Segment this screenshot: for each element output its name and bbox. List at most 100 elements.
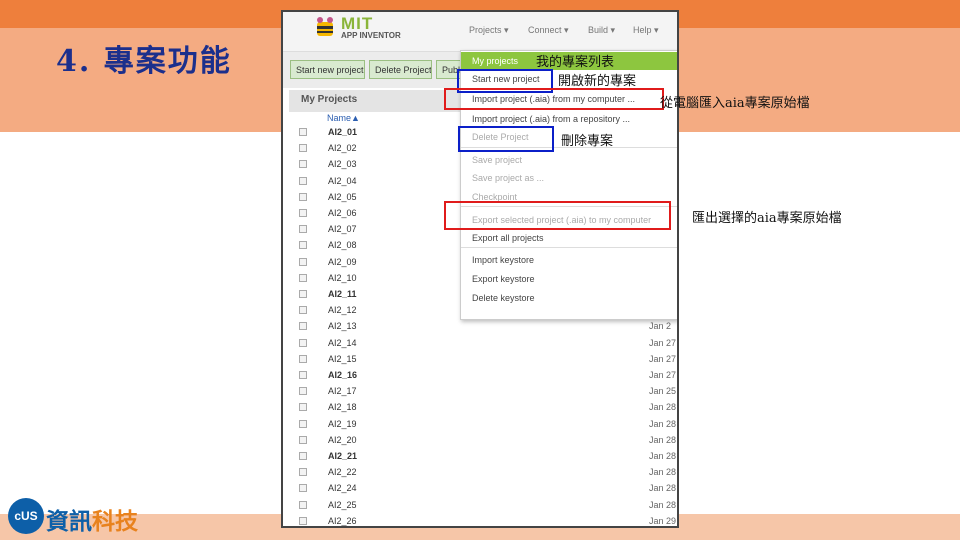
menu-item-export-keystore[interactable]: Export keystore — [461, 270, 677, 288]
brand-text-b: 科技 — [92, 508, 138, 534]
project-row[interactable]: AI2_19 Jan 28 — [295, 416, 677, 432]
row-checkbox[interactable] — [299, 500, 307, 509]
start-new-project-button[interactable]: Start new project — [290, 60, 365, 79]
project-date: Jan 28 — [649, 451, 677, 461]
project-name[interactable]: AI2_24 — [328, 483, 357, 493]
row-checkbox[interactable] — [299, 128, 307, 136]
app-header: MIT APP INVENTOR Projects ▾ Connect ▾ Bu… — [283, 12, 677, 52]
row-checkbox[interactable] — [299, 468, 307, 477]
project-name[interactable]: AI2_09 — [328, 257, 357, 267]
project-name[interactable]: AI2_22 — [328, 467, 357, 477]
name-column-header[interactable]: Name▲ — [327, 113, 360, 123]
project-row[interactable]: AI2_17 Jan 25 — [295, 383, 677, 399]
project-name[interactable]: AI2_01 — [328, 127, 357, 137]
app-inventor-bee-icon — [317, 17, 333, 36]
annotation-export: 匯出選擇的aia專案原始檔 — [692, 211, 842, 226]
row-checkbox[interactable] — [299, 306, 307, 315]
project-name[interactable]: AI2_08 — [328, 240, 357, 250]
row-checkbox[interactable] — [299, 452, 307, 460]
row-checkbox[interactable] — [299, 273, 307, 282]
menu-item-import-project-aia-from-a-repository[interactable]: Import project (.aia) from a repository … — [461, 110, 677, 128]
project-date: Jan 28 — [649, 402, 677, 413]
project-name[interactable]: AI2_16 — [328, 370, 357, 380]
delete-project-button[interactable]: Delete Project — [369, 60, 432, 79]
row-checkbox[interactable] — [299, 160, 307, 169]
project-date: Jan 2 — [649, 321, 672, 332]
menu-build[interactable]: Build ▾ — [588, 25, 615, 36]
row-checkbox[interactable] — [299, 354, 307, 363]
project-date: Jan 28 — [649, 434, 677, 445]
project-name[interactable]: AI2_19 — [328, 419, 357, 429]
menu-item-delete-keystore[interactable]: Delete keystore — [461, 289, 677, 307]
project-row[interactable]: AI2_18 Jan 28 — [295, 399, 677, 415]
menu-item-export-all-projects[interactable]: Export all projects — [461, 229, 677, 247]
project-row[interactable]: AI2_26 Jan 29 — [295, 513, 677, 526]
row-checkbox[interactable] — [299, 403, 307, 412]
project-name[interactable]: AI2_04 — [328, 176, 357, 186]
annotation-start-new: 開啟新的專案 — [558, 74, 637, 89]
project-name[interactable]: AI2_20 — [328, 435, 357, 445]
row-checkbox[interactable] — [299, 241, 307, 250]
row-checkbox[interactable] — [299, 176, 307, 185]
row-checkbox[interactable] — [299, 435, 307, 444]
row-checkbox[interactable] — [299, 371, 307, 379]
menu-item-import-keystore[interactable]: Import keystore — [461, 251, 677, 269]
row-checkbox[interactable] — [299, 322, 307, 331]
row-checkbox[interactable] — [299, 192, 307, 201]
project-name[interactable]: AI2_06 — [328, 208, 357, 218]
project-name[interactable]: AI2_21 — [328, 451, 357, 461]
project-row[interactable]: AI2_14 Jan 27 — [295, 335, 677, 351]
brand-text: 資訊科技 — [46, 502, 138, 536]
row-checkbox[interactable] — [299, 387, 307, 396]
project-row[interactable]: AI2_22 Jan 28 — [295, 464, 677, 480]
project-name[interactable]: AI2_12 — [328, 305, 357, 315]
project-row[interactable]: AI2_24 Jan 28 — [295, 480, 677, 496]
project-date: Jan 28 — [649, 483, 677, 494]
project-row[interactable]: AI2_21 Jan 28 — [295, 448, 677, 464]
row-checkbox[interactable] — [299, 144, 307, 153]
menu-separator — [461, 206, 677, 207]
project-name[interactable]: AI2_05 — [328, 192, 357, 202]
menu-item-save-project-as[interactable]: Save project as ... — [461, 169, 677, 187]
row-checkbox[interactable] — [299, 484, 307, 493]
menu-item-checkpoint[interactable]: Checkpoint — [461, 188, 677, 206]
project-name[interactable]: AI2_13 — [328, 321, 357, 331]
row-checkbox[interactable] — [299, 419, 307, 428]
menu-item-import-project-aia-from-my-computer[interactable]: Import project (.aia) from my computer .… — [461, 90, 677, 108]
row-checkbox[interactable] — [299, 225, 307, 234]
project-name[interactable]: AI2_07 — [328, 224, 357, 234]
brand-circle-icon: cUS — [8, 498, 44, 534]
project-date: Jan 27 — [649, 353, 677, 364]
project-name[interactable]: AI2_10 — [328, 273, 357, 283]
project-name[interactable]: AI2_15 — [328, 354, 357, 364]
project-name[interactable]: AI2_25 — [328, 500, 357, 510]
project-name[interactable]: AI2_11 — [328, 289, 357, 299]
row-checkbox[interactable] — [299, 290, 307, 298]
menu-item-save-project[interactable]: Save project — [461, 151, 677, 169]
row-checkbox[interactable] — [299, 257, 307, 266]
row-checkbox[interactable] — [299, 516, 307, 525]
menu-separator — [461, 247, 677, 248]
row-checkbox[interactable] — [299, 338, 307, 347]
slide-title: 4. 專案功能 — [56, 44, 232, 79]
menu-item-export-selected-project-aia-to-my-computer[interactable]: Export selected project (.aia) to my com… — [461, 211, 677, 229]
project-date: Jan 28 — [649, 467, 677, 478]
project-name[interactable]: AI2_03 — [328, 159, 357, 169]
project-row[interactable]: AI2_13 Jan 2 — [295, 318, 677, 334]
project-date: Jan 27 — [649, 370, 677, 380]
project-row[interactable]: AI2_16 Jan 27 — [295, 367, 677, 383]
annotation-delete: 刪除專案 — [561, 134, 614, 149]
brand-logo: cUS 資訊科技 — [8, 498, 148, 536]
project-name[interactable]: AI2_02 — [328, 143, 357, 153]
project-name[interactable]: AI2_17 — [328, 386, 357, 396]
project-name[interactable]: AI2_26 — [328, 516, 357, 526]
menu-connect[interactable]: Connect ▾ — [528, 25, 569, 36]
project-row[interactable]: AI2_15 Jan 27 — [295, 351, 677, 367]
project-row[interactable]: AI2_20 Jan 28 — [295, 432, 677, 448]
row-checkbox[interactable] — [299, 209, 307, 217]
project-row[interactable]: AI2_25 Jan 28 — [295, 497, 677, 513]
menu-projects[interactable]: Projects ▾ — [469, 25, 509, 36]
menu-help[interactable]: Help ▾ — [633, 25, 659, 36]
project-name[interactable]: AI2_18 — [328, 402, 357, 412]
project-name[interactable]: AI2_14 — [328, 338, 357, 348]
